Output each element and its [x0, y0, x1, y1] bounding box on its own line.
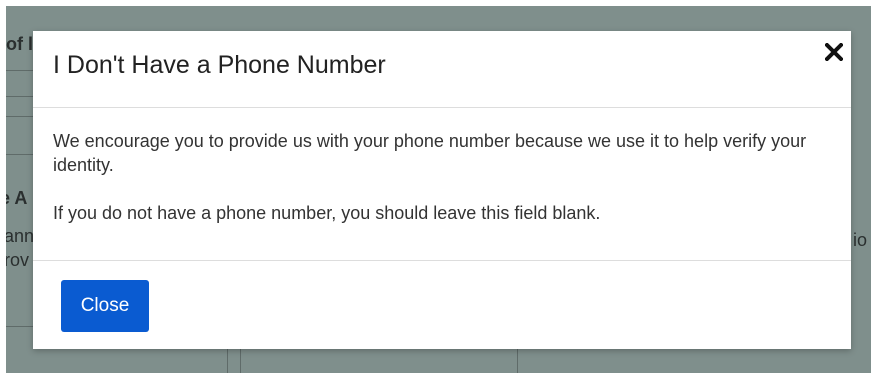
dialog-paragraph-blank: If you do not have a phone number, you s… — [53, 203, 601, 223]
dialog-body: We encourage you to provide us with your… — [53, 129, 813, 225]
dialog-footer: Close — [33, 260, 851, 350]
background-heading: e A — [6, 188, 28, 208]
background-divider — [6, 116, 36, 117]
page: of l e A ann rov io I Don't Have a Phone… — [0, 0, 871, 373]
close-button[interactable]: Close — [61, 280, 149, 332]
close-icon[interactable] — [822, 40, 846, 64]
background-text-line: ann — [6, 226, 35, 246]
close-icon-glyph — [825, 43, 843, 61]
background-text-line: rov — [6, 250, 30, 270]
background-divider — [6, 154, 36, 155]
background-text-top: of l — [6, 34, 33, 54]
background-column-line — [240, 349, 241, 373]
background-column-line — [517, 349, 518, 373]
background-text-right: io — [853, 230, 868, 250]
phone-number-dialog: I Don't Have a Phone Number We encourage… — [33, 31, 851, 349]
background-divider — [6, 326, 36, 327]
dialog-title: I Don't Have a Phone Number — [53, 51, 386, 79]
background-column-line — [227, 349, 228, 373]
dialog-paragraph-encourage: We encourage you to provide us with your… — [53, 131, 807, 175]
dialog-header: I Don't Have a Phone Number — [33, 31, 851, 108]
background-divider — [6, 70, 36, 71]
background-divider — [6, 96, 36, 97]
